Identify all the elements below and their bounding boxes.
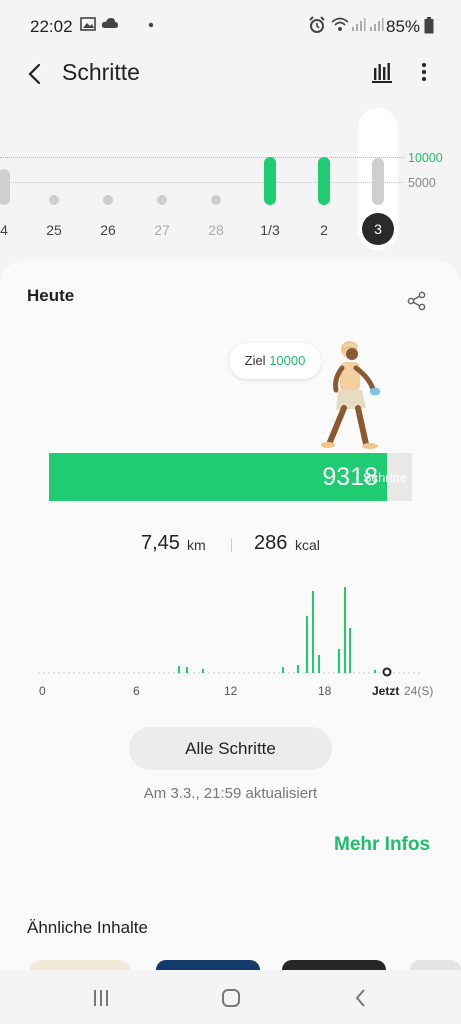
last-updated-text: Am 3.3., 21:59 aktualisiert: [143, 785, 318, 802]
more-options-icon[interactable]: [416, 58, 432, 86]
half-goal-line: [0, 182, 404, 183]
now-label: Jetzt: [372, 684, 400, 698]
more-info-link[interactable]: Mehr Infos: [334, 834, 430, 856]
now-marker: [382, 667, 392, 677]
hour-label-12: 12: [224, 684, 238, 698]
day-bar[interactable]: [318, 157, 330, 205]
day-label[interactable]: 28: [201, 222, 231, 238]
battery-icon: [424, 17, 434, 34]
hourly-bar: [349, 628, 351, 673]
day-bar[interactable]: [264, 157, 276, 205]
hourly-bar: [282, 667, 284, 673]
hourly-bar: [374, 670, 376, 673]
hourly-steps-chart: 0 6 12 18 Jetzt 24(S): [38, 580, 438, 698]
hour-label-18: 18: [318, 684, 332, 698]
distance-value: 7,45: [141, 532, 180, 554]
today-card: Heute Ziel 10000 9318 Schritte 7,45 km 2…: [0, 260, 461, 972]
recent-apps-icon[interactable]: [90, 988, 112, 1008]
day-dot[interactable]: [211, 195, 221, 205]
system-nav-bar: [0, 970, 461, 1024]
status-bar: 22:02 85%: [0, 0, 461, 52]
signal-icon: [352, 18, 366, 31]
day-label[interactable]: 2: [309, 222, 339, 238]
back-nav-icon[interactable]: [350, 988, 372, 1008]
day-bar[interactable]: [372, 158, 384, 205]
hourly-bar: [297, 665, 299, 673]
today-stats: 7,45 km 286 kcal: [0, 532, 461, 562]
steps-unit: Schritte: [362, 470, 407, 485]
goal-label: Ziel: [244, 353, 266, 368]
calories-value: 286: [254, 532, 288, 554]
goal-value: 10000: [269, 353, 306, 368]
page-title: Schritte: [62, 59, 140, 85]
hourly-bar: [178, 666, 180, 673]
hourly-bar: [338, 649, 340, 673]
status-time: 22:02: [30, 17, 73, 36]
back-arrow-icon[interactable]: [20, 58, 52, 90]
notification-dot-icon: [148, 22, 154, 28]
day-bar[interactable]: [0, 168, 10, 205]
hour-label-6: 6: [133, 684, 140, 698]
day-dot[interactable]: [157, 195, 167, 205]
share-icon[interactable]: [406, 290, 428, 312]
weekly-steps-chart: 10000 5000 4 25 26 27 28 1/3 2 3: [0, 100, 461, 260]
related-content-title: Ähnliche Inhalte: [27, 918, 148, 937]
day-label[interactable]: 27: [147, 222, 177, 238]
day-label[interactable]: 26: [93, 222, 123, 238]
hour-label-0: 0: [39, 684, 46, 698]
walking-person-illustration: [321, 341, 380, 449]
day-dot[interactable]: [49, 195, 59, 205]
stats-divider: [231, 538, 232, 552]
cloud-icon: [101, 18, 118, 28]
today-title: Heute: [27, 286, 75, 305]
hourly-bars: [38, 587, 422, 677]
bar-chart-icon[interactable]: [368, 58, 396, 86]
calories-unit: kcal: [295, 537, 320, 553]
battery-percent: 85%: [386, 17, 421, 36]
goal-bubble: Ziel 10000: [229, 343, 321, 379]
day-label[interactable]: 4: [0, 222, 19, 238]
image-icon: [80, 17, 96, 31]
hourly-bar: [344, 587, 346, 673]
hourly-bar: [312, 591, 314, 673]
goal-line: [0, 157, 404, 158]
steps-progress-bar: 9318 Schritte: [49, 453, 412, 501]
wifi-icon: [331, 17, 349, 31]
distance-unit: km: [187, 537, 206, 553]
all-steps-button[interactable]: Alle Schritte: [129, 727, 332, 770]
day-label[interactable]: 25: [39, 222, 69, 238]
hourly-bar: [306, 616, 308, 673]
app-bar: Schritte: [0, 52, 461, 92]
goal-reference-label: 10000: [408, 151, 443, 165]
day-label[interactable]: 1/3: [255, 222, 285, 238]
alarm-icon: [309, 16, 325, 33]
day-dot[interactable]: [103, 195, 113, 205]
end-label: 24(S): [404, 684, 434, 698]
hourly-bar: [202, 669, 204, 673]
hourly-bar: [186, 667, 188, 673]
half-reference-label: 5000: [408, 176, 436, 190]
home-icon[interactable]: [220, 988, 242, 1008]
signal-2-icon: [370, 18, 384, 31]
hourly-bar: [318, 655, 320, 673]
day-label-selected[interactable]: 3: [362, 213, 394, 245]
